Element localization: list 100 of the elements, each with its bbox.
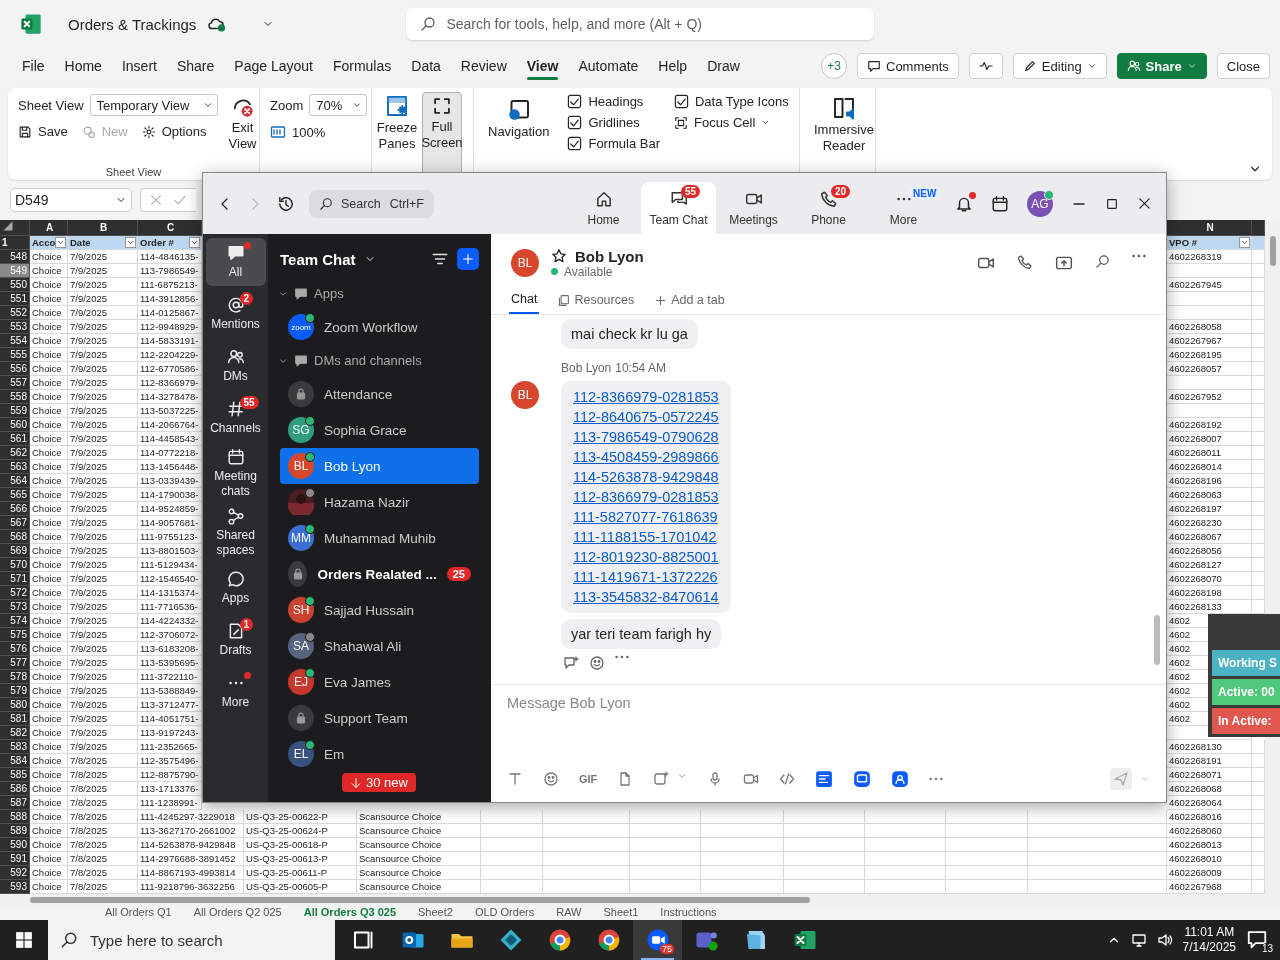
row-header[interactable]: 570	[0, 558, 30, 572]
nav-tab[interactable]: Home	[566, 182, 641, 234]
freeze-panes-button[interactable]: Freeze Panes	[376, 92, 418, 176]
menu-tab[interactable]: View	[516, 52, 569, 80]
row-header[interactable]: 558	[0, 390, 30, 404]
menu-tab[interactable]: Data	[401, 52, 451, 80]
message-field[interactable]: Message Bob Lyon	[507, 695, 1150, 711]
more-button[interactable]: +3	[821, 53, 847, 79]
chat-tab[interactable]: Add a tab	[652, 288, 727, 314]
menu-tab[interactable]: Review	[450, 52, 517, 80]
rail-item[interactable]: Apps	[205, 564, 266, 612]
rail-item[interactable]: More	[205, 668, 266, 716]
rail-item[interactable]: Channels 55	[205, 394, 266, 442]
row-header[interactable]: 561	[0, 432, 30, 446]
chat-list-item[interactable]: SH Sajjad Hussain	[280, 592, 479, 628]
row-header[interactable]: 569	[0, 544, 30, 558]
section-label[interactable]: DMs and channels	[314, 353, 422, 368]
row-header[interactable]: 564	[0, 474, 30, 488]
order-link[interactable]: 111-1188155-1701042	[573, 527, 719, 547]
row-header[interactable]: 560	[0, 418, 30, 432]
row-header[interactable]: 1	[0, 236, 30, 250]
nav-tab[interactable]: Team Chat 55	[641, 182, 716, 234]
row-header[interactable]: 553	[0, 320, 30, 334]
row-header[interactable]: 559	[0, 404, 30, 418]
rail-item[interactable]: Drafts 1	[205, 616, 266, 664]
gif-button[interactable]: GIF	[579, 773, 598, 785]
order-link[interactable]: 112-8366979-0281853	[573, 387, 719, 407]
zoom-100-button[interactable]: 100%	[270, 124, 368, 140]
chat-tab[interactable]: Resources	[555, 288, 637, 314]
focus-cell-button[interactable]: Focus Cell	[673, 115, 789, 130]
chat-list-item[interactable]: Hazama Nazir	[280, 484, 479, 520]
checkbox-label[interactable]: Data Type Icons	[673, 94, 789, 109]
chat-list-item[interactable]: Attendance	[280, 376, 479, 412]
menu-tab[interactable]: File	[12, 52, 55, 80]
sheet-tab[interactable]: All Orders Q3 025	[303, 905, 396, 920]
menu-tab[interactable]: Draw	[697, 52, 750, 80]
sheet-tab[interactable]: Sheet2	[418, 905, 453, 920]
order-link[interactable]: 113-3545832-8470614	[573, 587, 719, 607]
row-header[interactable]: 566	[0, 502, 30, 516]
search-field[interactable]: Search Ctrl+F	[309, 189, 434, 218]
editing-button[interactable]: Editing	[1012, 53, 1107, 79]
row-header[interactable]: 563	[0, 460, 30, 474]
row-header[interactable]: 590	[0, 838, 30, 852]
row-header[interactable]: 580	[0, 698, 30, 712]
column-header[interactable]: C	[138, 220, 202, 236]
row-header[interactable]: 548	[0, 250, 30, 264]
order-link[interactable]: 112-8366979-0281853	[573, 487, 719, 507]
taskbar-search-field[interactable]: Type here to search	[48, 920, 335, 960]
row-header[interactable]: 572	[0, 586, 30, 600]
order-link[interactable]: 111-1419671-1372226	[573, 567, 719, 587]
sheet-tab[interactable]: OLD Orders	[474, 905, 535, 920]
menu-tab[interactable]: Home	[54, 52, 112, 80]
checkbox-label[interactable]: Headings	[567, 94, 660, 109]
row-header[interactable]: 557	[0, 376, 30, 390]
chat-list-item[interactable]: EL Em	[280, 736, 479, 772]
order-link[interactable]: 114-5263878-9429848	[573, 467, 719, 487]
row-header[interactable]: 585	[0, 768, 30, 782]
order-link[interactable]: 111-5827077-7618639	[573, 507, 719, 527]
row-header[interactable]: 565	[0, 488, 30, 502]
rail-item[interactable]: Mentions 2	[205, 290, 266, 338]
column-header[interactable]: N	[1167, 220, 1252, 236]
chat-list-item[interactable]: EJ Eva James	[280, 664, 479, 700]
chat-list-item[interactable]: BL Bob Lyon	[280, 448, 479, 484]
nav-tab[interactable]: Meetings	[716, 182, 791, 234]
column-header[interactable]: B	[68, 220, 138, 236]
rail-item[interactable]: DMs	[205, 342, 266, 390]
user-avatar[interactable]: AG	[1027, 190, 1053, 217]
chat-list-item[interactable]: SG Sophia Grace	[280, 412, 479, 448]
row-header[interactable]: 555	[0, 348, 30, 362]
sheet-tab[interactable]: Instructions	[660, 905, 717, 920]
column-header[interactable]: A	[30, 220, 68, 236]
checkbox-label[interactable]: Formula Bar	[567, 136, 660, 151]
sheet-tab[interactable]: All Orders Q1	[105, 905, 172, 920]
row-header[interactable]: 592	[0, 866, 30, 880]
clock[interactable]: 11:01 AM 7/14/2025	[1182, 925, 1236, 955]
zoom-dropdown[interactable]: 70%	[309, 94, 368, 116]
order-link[interactable]: 112-8019230-8825001	[573, 547, 719, 567]
rail-item[interactable]: Meeting chats	[205, 446, 266, 501]
row-header[interactable]: 571	[0, 572, 30, 586]
row-header[interactable]: 579	[0, 684, 30, 698]
row-header[interactable]: 551	[0, 292, 30, 306]
menu-tab[interactable]: Insert	[111, 52, 167, 80]
sheet-view-dropdown[interactable]: Temporary View	[89, 94, 218, 116]
new-messages-pill[interactable]: 30 new	[342, 773, 416, 792]
chat-list-item[interactable]: Orders Realated ... 25	[280, 556, 479, 592]
order-link[interactable]: 113-4508459-2989866	[573, 447, 719, 467]
row-header[interactable]: 562	[0, 446, 30, 460]
row-header[interactable]: 584	[0, 754, 30, 768]
row-header[interactable]: 554	[0, 334, 30, 348]
comments-button[interactable]: Comments	[857, 53, 959, 79]
sheet-tab[interactable]: Sheet1	[603, 905, 639, 920]
nav-tab[interactable]: NEW More	[866, 182, 941, 234]
rail-item[interactable]: Shared spaces	[205, 505, 266, 560]
section-label[interactable]: Apps	[314, 286, 344, 301]
name-box[interactable]: D549	[10, 188, 132, 212]
row-header[interactable]: 552	[0, 306, 30, 320]
row-header[interactable]: 556	[0, 362, 30, 376]
immersive-reader-button[interactable]: Immersive Reader	[810, 94, 878, 174]
row-header[interactable]: 576	[0, 642, 30, 656]
row-header[interactable]: 588	[0, 810, 30, 824]
